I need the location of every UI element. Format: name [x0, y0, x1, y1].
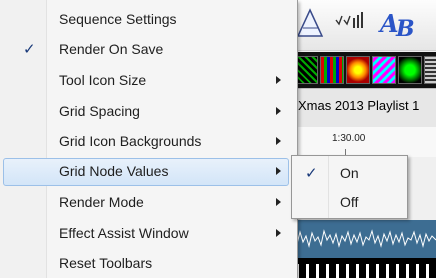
- effect-icon[interactable]: [424, 56, 436, 84]
- timeline-tick: [336, 264, 339, 278]
- menu-item-label: Grid Spacing: [59, 103, 140, 119]
- timeline-marks: [290, 258, 436, 278]
- menu-item-label: Grid Node Values: [59, 163, 169, 179]
- submenu-grid-node-values: ✓ On Off: [291, 155, 408, 219]
- menu-item-label: Reset Toolbars: [59, 255, 153, 271]
- timeline-tick: [396, 264, 399, 278]
- submenu-arrow-icon: [276, 198, 281, 206]
- timeline-tick: [376, 264, 379, 278]
- timeline-tick: [366, 264, 369, 278]
- effect-icon[interactable]: [320, 56, 344, 84]
- ruler-time-label: 1:30.00: [332, 133, 366, 144]
- waveform[interactable]: [290, 220, 436, 258]
- submenu-item-on[interactable]: ✓ On: [294, 160, 404, 186]
- menu-item-effect-assist-window[interactable]: Effect Assist Window: [3, 220, 289, 248]
- effect-icon[interactable]: [398, 56, 422, 84]
- timeline-tick: [426, 264, 429, 278]
- submenu-arrow-icon: [276, 167, 281, 175]
- menu-item-tool-icon-size[interactable]: Tool Icon Size: [3, 67, 289, 95]
- effect-icon[interactable]: [346, 56, 370, 84]
- menu-item-grid-icon-backgrounds[interactable]: Grid Icon Backgrounds: [3, 128, 289, 156]
- triangle-icon[interactable]: [296, 8, 324, 42]
- timeline-tick: [406, 264, 409, 278]
- submenu-arrow-icon: [276, 137, 281, 145]
- effects-palette: [290, 52, 436, 88]
- menu-item-render-mode[interactable]: Render Mode: [3, 189, 289, 217]
- playlist-bar: Xmas 2013 Playlist 1: [290, 88, 436, 128]
- menu-item-label: Render On Save: [59, 41, 164, 57]
- check-icon: ✓: [23, 40, 36, 58]
- timeline-tick: [326, 264, 329, 278]
- timeline-tick: [356, 264, 359, 278]
- effect-icon[interactable]: [372, 56, 396, 84]
- text-effect-icon[interactable]: A B: [378, 7, 418, 45]
- menu-item-label: Render Mode: [59, 194, 144, 210]
- timeline-tick: [416, 264, 419, 278]
- menu-item-sequence-settings[interactable]: Sequence Settings: [3, 6, 289, 34]
- submenu-item-off[interactable]: Off: [294, 189, 404, 215]
- playlist-label[interactable]: Xmas 2013 Playlist 1: [298, 98, 419, 113]
- timeline-tick: [386, 264, 389, 278]
- menu-item-reset-toolbars[interactable]: Reset Toolbars: [3, 250, 289, 278]
- submenu-arrow-icon: [276, 76, 281, 84]
- menu-item-render-on-save[interactable]: ✓ Render On Save: [3, 36, 289, 64]
- menu-item-label: Tool Icon Size: [59, 72, 147, 88]
- submenu-arrow-icon: [276, 107, 281, 115]
- submenu-arrow-icon: [276, 229, 281, 237]
- menu-item-grid-node-values[interactable]: Grid Node Values: [3, 158, 289, 186]
- svg-text:B: B: [395, 16, 415, 39]
- timeline-tick: [316, 264, 319, 278]
- waveform-graphic: [290, 229, 436, 248]
- toolbar: A B: [290, 0, 436, 51]
- check-icon: ✓: [305, 164, 318, 182]
- submenu-item-label: Off: [340, 194, 359, 210]
- menu-item-label: Sequence Settings: [59, 11, 177, 27]
- timeline-tick: [346, 264, 349, 278]
- context-menu: Sequence Settings ✓ Render On Save Tool …: [0, 0, 298, 278]
- timeline-ruler[interactable]: 1:30.00: [290, 127, 436, 157]
- menu-item-label: Effect Assist Window: [59, 225, 189, 241]
- timeline-tick: [306, 264, 309, 278]
- menu-item-grid-spacing[interactable]: Grid Spacing: [3, 98, 289, 126]
- bars-icon[interactable]: [335, 10, 365, 34]
- submenu-item-label: On: [340, 165, 359, 181]
- menu-item-label: Grid Icon Backgrounds: [59, 133, 202, 149]
